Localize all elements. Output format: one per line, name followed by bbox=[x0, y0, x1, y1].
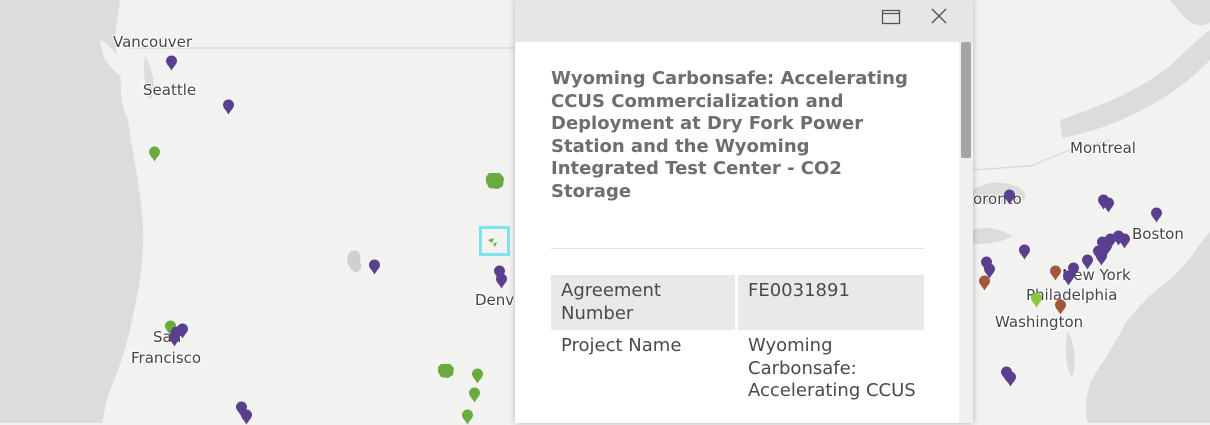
project-marker-icon[interactable] bbox=[1003, 189, 1016, 205]
close-icon[interactable] bbox=[927, 4, 951, 28]
table-row: Project Name Wyoming Carbonsafe: Acceler… bbox=[551, 330, 924, 408]
project-marker-icon[interactable] bbox=[1004, 371, 1017, 387]
city-label-francisco: Francisco bbox=[131, 349, 202, 367]
table-row: Agreement Number FE0031891 bbox=[551, 275, 924, 330]
project-marker-icon[interactable] bbox=[1102, 197, 1115, 213]
city-label-denver: Denv bbox=[475, 291, 515, 309]
project-marker-icon[interactable] bbox=[368, 259, 381, 275]
selected-feature-highlight[interactable] bbox=[479, 226, 510, 256]
maximize-icon[interactable] bbox=[880, 6, 902, 28]
attribute-value: Wyoming Carbonsafe: Accelerating CCUS bbox=[748, 335, 916, 401]
popup-scrollbar[interactable] bbox=[959, 42, 973, 423]
city-label-boston: Boston bbox=[1132, 225, 1184, 243]
project-marker-icon[interactable] bbox=[1062, 270, 1075, 286]
project-marker-icon[interactable] bbox=[1030, 292, 1043, 308]
project-marker-icon[interactable] bbox=[471, 368, 484, 384]
attribute-value: FE0031891 bbox=[736, 275, 924, 330]
project-area-marker[interactable] bbox=[437, 363, 455, 379]
city-label-seattle: Seattle bbox=[143, 81, 197, 99]
popup-content[interactable]: Wyoming Carbonsafe: Accelerating CCUS Co… bbox=[515, 42, 958, 423]
city-label-montreal: Montreal bbox=[1070, 139, 1136, 157]
project-marker-icon[interactable] bbox=[978, 275, 991, 291]
feature-popup: Wyoming Carbonsafe: Accelerating CCUS Co… bbox=[515, 0, 973, 423]
popup-title: Wyoming Carbonsafe: Accelerating CCUS Co… bbox=[551, 68, 908, 202]
selected-marker-icon bbox=[488, 238, 497, 247]
title-divider bbox=[551, 248, 924, 249]
project-marker-icon[interactable] bbox=[1095, 250, 1108, 266]
project-marker-icon[interactable] bbox=[222, 99, 235, 115]
city-label-washington: Washington bbox=[995, 313, 1084, 331]
project-marker-icon[interactable] bbox=[1118, 233, 1131, 249]
attribute-key: Project Name bbox=[551, 330, 738, 408]
project-marker-icon[interactable] bbox=[1054, 299, 1067, 315]
project-marker-icon[interactable] bbox=[468, 387, 481, 403]
attribute-table: Agreement Number FE0031891 Project Name … bbox=[551, 275, 924, 408]
scrollbar-thumb[interactable] bbox=[961, 42, 971, 158]
project-marker-icon[interactable] bbox=[148, 146, 161, 162]
project-marker-icon[interactable] bbox=[1049, 265, 1062, 281]
project-marker-icon[interactable] bbox=[165, 55, 178, 71]
project-marker-icon[interactable] bbox=[1081, 254, 1094, 270]
project-marker-icon[interactable] bbox=[1150, 207, 1163, 223]
project-marker-icon[interactable] bbox=[495, 273, 508, 289]
project-area-marker[interactable] bbox=[485, 172, 505, 190]
project-marker-icon[interactable] bbox=[1018, 244, 1031, 260]
city-label-vancouver: Vancouver bbox=[113, 33, 192, 51]
project-marker-icon[interactable] bbox=[168, 331, 181, 347]
popup-header bbox=[515, 0, 973, 42]
attribute-key: Agreement Number bbox=[551, 275, 738, 330]
